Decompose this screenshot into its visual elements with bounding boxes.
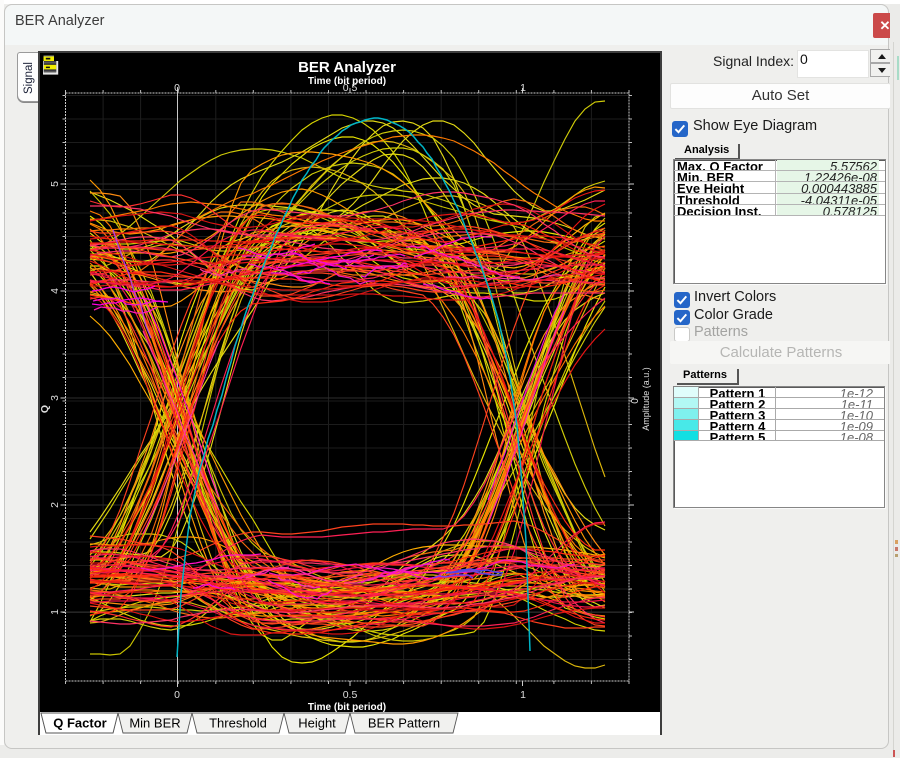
svg-text:Q Factor: Q Factor bbox=[53, 716, 106, 731]
svg-text:4: 4 bbox=[49, 288, 61, 294]
svg-text:0: 0 bbox=[174, 82, 180, 94]
svg-text:BER Pattern: BER Pattern bbox=[368, 716, 440, 731]
svg-text:0.5: 0.5 bbox=[343, 82, 358, 94]
svg-text:1: 1 bbox=[520, 689, 526, 701]
svg-text:0.5: 0.5 bbox=[343, 689, 358, 701]
svg-text:5: 5 bbox=[49, 181, 61, 187]
svg-text:Min BER: Min BER bbox=[129, 716, 180, 731]
svg-text:3: 3 bbox=[49, 395, 61, 401]
svg-text:0: 0 bbox=[174, 689, 180, 701]
svg-text:1: 1 bbox=[520, 82, 526, 94]
svg-text:Q: Q bbox=[39, 405, 51, 413]
svg-text:Threshold: Threshold bbox=[209, 716, 267, 731]
svg-text:2: 2 bbox=[49, 502, 61, 508]
svg-text:0: 0 bbox=[630, 398, 641, 404]
svg-text:Height: Height bbox=[298, 716, 336, 731]
svg-text:BER Analyzer: BER Analyzer bbox=[298, 59, 396, 76]
svg-text:1: 1 bbox=[49, 609, 61, 615]
svg-text:Amplitude (a.u.): Amplitude (a.u.) bbox=[641, 367, 651, 431]
